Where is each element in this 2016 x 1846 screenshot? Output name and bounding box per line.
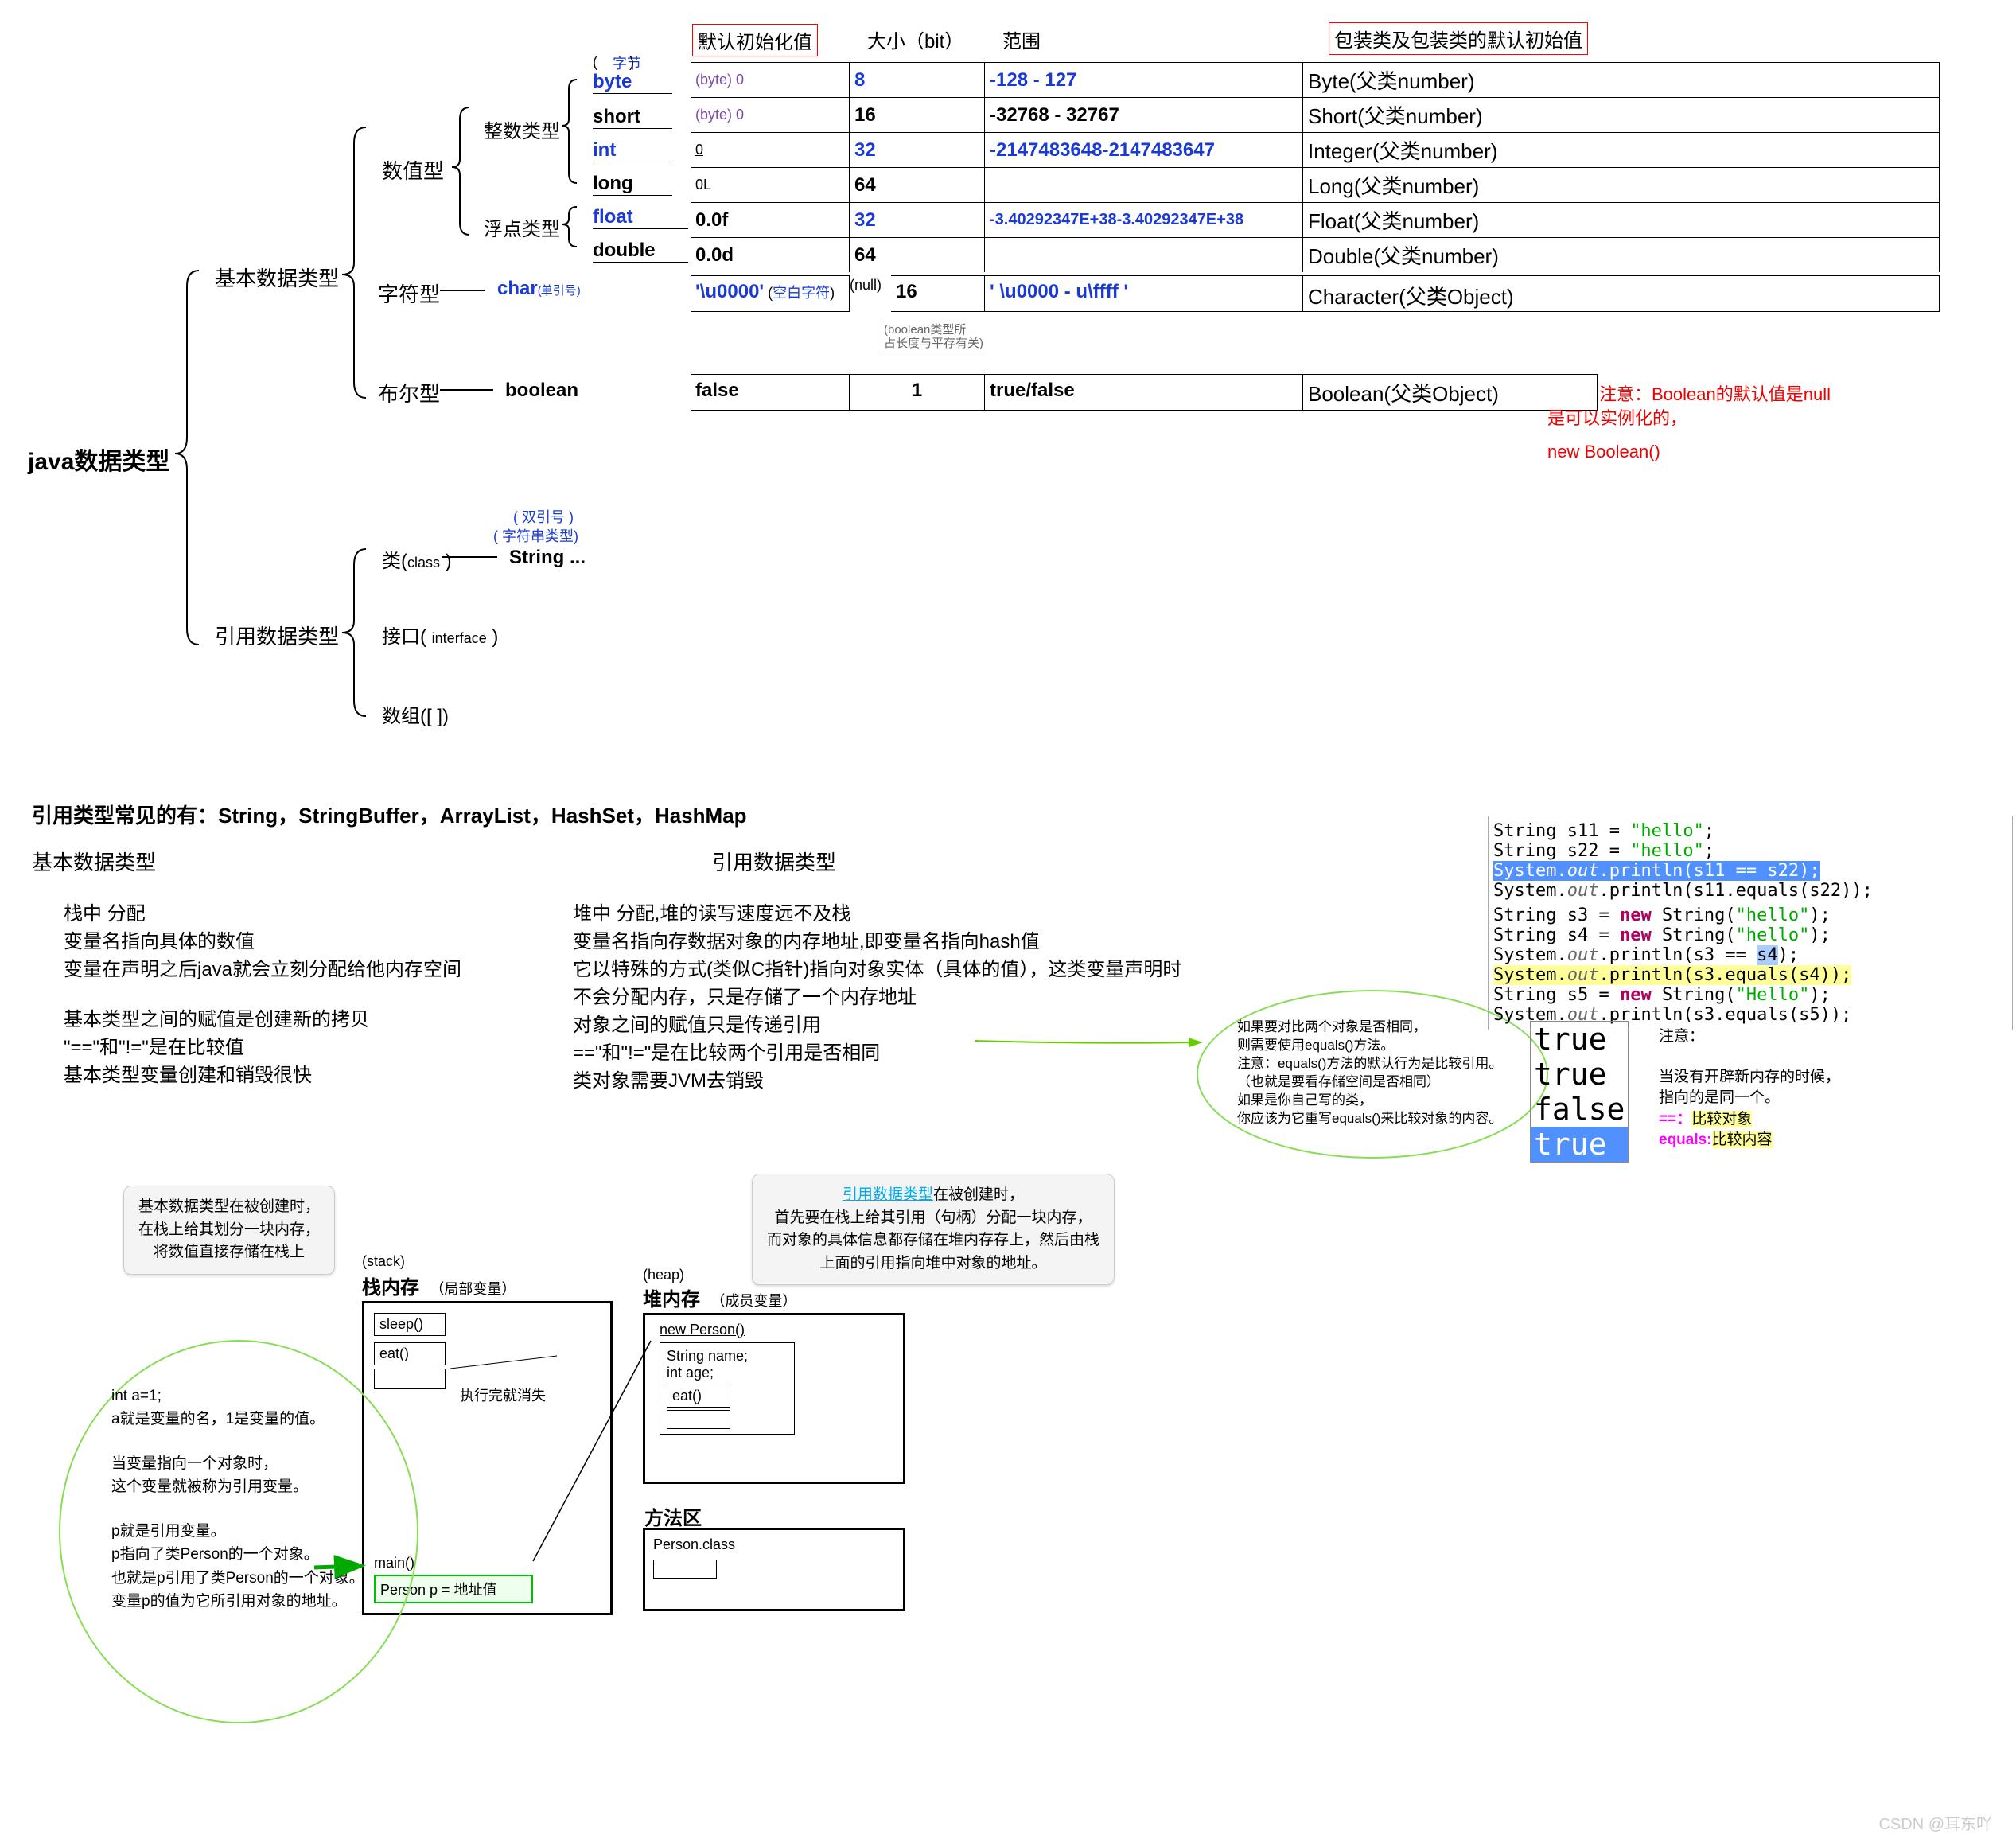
ref-note-box: 引用数据类型在被创建时， 首先要在栈上给其引用（句柄）分配一块内存， 而对象的具… [752, 1174, 1115, 1285]
bool-range: true/false [985, 374, 1303, 411]
byte-par: ( ) [593, 54, 634, 71]
class: 类(class ) [382, 545, 452, 573]
cmp-rh: 引用数据类型 [712, 847, 836, 876]
long: long [593, 173, 672, 196]
method-box: Person.class [643, 1528, 905, 1611]
char: char(单引号) [497, 278, 581, 300]
booltype: 布尔型 [378, 378, 440, 407]
branch-basic: 基本数据类型 [215, 263, 339, 292]
cmp-lh: 基本数据类型 [32, 847, 156, 876]
char-null: (null) [850, 277, 882, 294]
heap-en: (heap) [643, 1267, 684, 1283]
basic-note-box: 基本数据类型在被创建时， 在栈上给其划分一块内存， 将数值直接存储在栈上 [123, 1186, 335, 1275]
stack-cn: 栈内存 （局部变量） [362, 1272, 516, 1299]
hdr-default: 默认初始化值 [692, 24, 818, 56]
inttype: 整数类型 [484, 115, 560, 143]
boolean: boolean [505, 380, 578, 402]
method-title: 方法区 [644, 1502, 702, 1530]
bool-size: 1 [850, 374, 985, 411]
results: true true false true [1530, 1021, 1629, 1163]
red-note3: new Boolean() [1547, 442, 1660, 462]
hdr-range: 范围 [1002, 25, 1041, 53]
short: short [593, 106, 672, 129]
code-block: String s11 = "hello"; String s22 = "hell… [1488, 816, 2013, 1030]
col-wrapper: Byte(父类number) Short(父类number) Integer(父… [1303, 62, 1940, 272]
eq-note: 如果要对比两个对象是否相同， 则需要使用equals()方法。 注意：equal… [1237, 1018, 1502, 1128]
char-range: ' \u0000 - u\ffff ' [985, 275, 1303, 312]
double: double [593, 240, 688, 263]
col-size: 8 16 32 64 32 64 [850, 62, 985, 272]
bool-def: false [691, 374, 850, 411]
string: String ... [509, 547, 586, 569]
iface: 接口( interface ) [382, 621, 498, 648]
red-note1: 注意：Boolean的默认值是null [1599, 380, 1831, 406]
byte: byte [593, 71, 672, 94]
root-label: java数据类型 [28, 442, 169, 477]
stack-en: (stack) [362, 1253, 405, 1270]
numtype: 数值型 [382, 155, 444, 185]
bool-vnote: (boolean类型所 占长度与平存有关) [882, 322, 985, 352]
left-expl: int a=1; a就是变量的名，1是变量的值。 当变量指向一个对象时， 这个变… [111, 1384, 364, 1614]
watermark: CSDN @耳东吖 [1878, 1811, 1992, 1834]
sec2-title: 引用类型常见的有：String，StringBuffer，ArrayList，H… [32, 800, 747, 829]
dq: ( 双引号 ) [513, 506, 574, 527]
col-default: (byte) 0 (byte) 0 0 0L 0.0f 0.0d [691, 62, 850, 272]
floattype: 浮点类型 [484, 213, 560, 241]
hdr-wrapper: 包装类及包装类的默认初始值 [1329, 22, 1588, 55]
stack-box: sleep() eat() 执行完就消失 main() Person p = 地… [362, 1301, 613, 1615]
col-range: -128 - 127 -32768 - 32767 -2147483648-21… [985, 62, 1303, 272]
char-wrap: Character(父类Object) [1303, 275, 1940, 312]
chartype: 字符型 [378, 278, 440, 308]
red-note2: 是可以实例化的， [1547, 404, 1687, 430]
hdr-size: 大小（bit） [867, 25, 963, 53]
heap-box: new Person() String name; int age; eat() [643, 1313, 905, 1484]
char-size: 16 [891, 275, 985, 312]
strtype: ( 字符串类型) [493, 525, 578, 546]
arr: 数组([ ]) [382, 700, 449, 728]
cmp-l: 栈中 分配 变量名指向具体的数值 变量在声明之后java就会立刻分配给他内存空间… [64, 898, 557, 1087]
char-def: '\u0000' (空白字符) [691, 275, 850, 312]
heap-cn: 堆内存 （成员变量） [643, 1283, 796, 1311]
branch-ref: 引用数据类型 [215, 621, 339, 650]
code-note: 注意： 当没有开辟新内存的时候， 指向的是同一个。 ==：比较对象 equals… [1659, 1026, 1840, 1151]
cmp-r: 堆中 分配,堆的读写速度远不及栈 变量名指向存数据对象的内存地址,即变量名指向h… [573, 898, 1185, 1092]
float: float [593, 206, 688, 229]
int: int [593, 139, 672, 162]
